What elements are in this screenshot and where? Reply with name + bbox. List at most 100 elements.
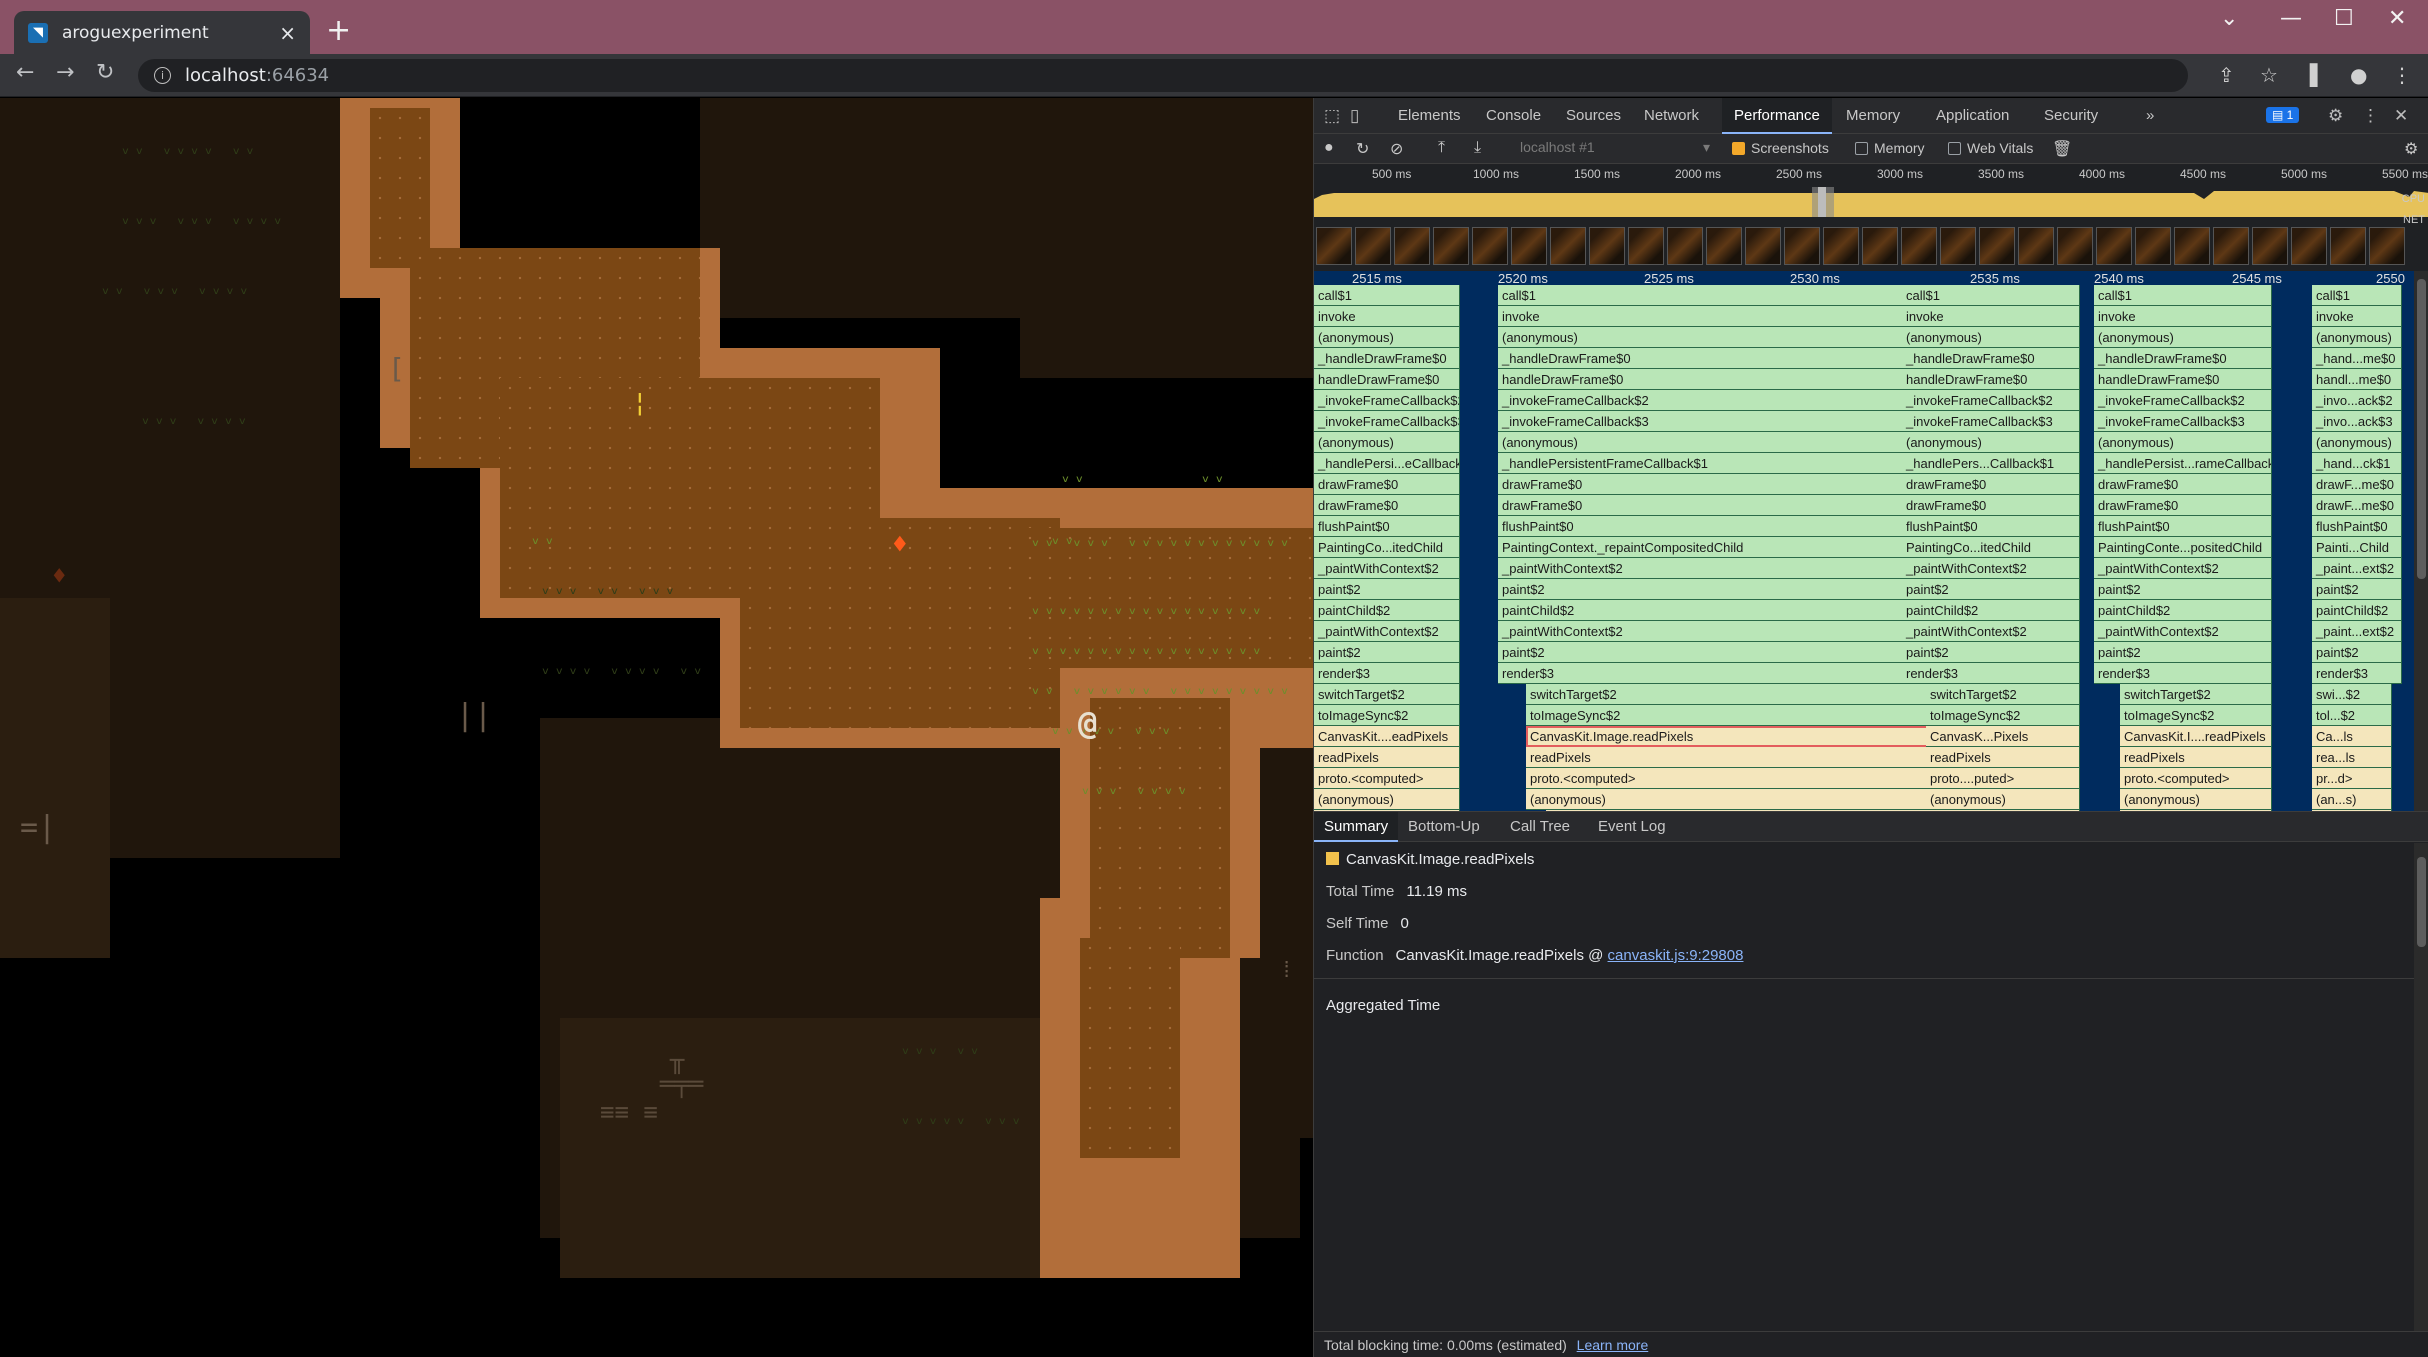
- flame-entry[interactable]: invoke: [1902, 306, 2080, 327]
- screenshot-thumbnail[interactable]: [1823, 227, 1859, 265]
- screenshot-thumbnail[interactable]: [1940, 227, 1976, 265]
- screenshot-thumbnail[interactable]: [2252, 227, 2288, 265]
- flame-entry[interactable]: (anonymous): [1314, 789, 1460, 810]
- flame-entry[interactable]: _paintWithContext$2: [2094, 558, 2272, 579]
- flame-entry[interactable]: PaintingCo...itedChild: [1902, 537, 2080, 558]
- flame-entry[interactable]: paint$2: [1314, 642, 1460, 663]
- flame-entry[interactable]: paintChild$2: [1498, 600, 1928, 621]
- tab-application[interactable]: Application: [1924, 98, 2021, 134]
- screenshot-thumbnail[interactable]: [2330, 227, 2366, 265]
- flame-entry[interactable]: PaintingCo...itedChild: [1314, 537, 1460, 558]
- screenshot-thumbnail[interactable]: [1667, 227, 1703, 265]
- flame-entry[interactable]: _hand...me$0: [2312, 348, 2402, 369]
- flame-entry[interactable]: CanvasKit.Image.readPixels: [1526, 726, 1928, 747]
- flame-entry[interactable]: PaintingContext._repaintCompositedChild: [1498, 537, 1928, 558]
- more-tabs-icon[interactable]: »: [2136, 98, 2164, 134]
- flame-entry[interactable]: (anonymous): [2094, 432, 2272, 453]
- flame-entry[interactable]: call$1: [1498, 285, 1928, 306]
- tab-performance[interactable]: Performance: [1722, 98, 1832, 134]
- flame-entry[interactable]: flushPaint$0: [1902, 516, 2080, 537]
- flame-entry[interactable]: (anonymous): [2120, 789, 2272, 810]
- flame-entry[interactable]: paint$2: [1902, 579, 2080, 600]
- flame-entry[interactable]: CanvasKit.I....readPixels: [2120, 726, 2272, 747]
- flame-entry[interactable]: handleDrawFrame$0: [1902, 369, 2080, 390]
- flame-entry[interactable]: paint$2: [1902, 642, 2080, 663]
- flame-entry[interactable]: paint$2: [1498, 642, 1928, 663]
- screenshot-thumbnail[interactable]: [1394, 227, 1430, 265]
- flame-entry[interactable]: toImageSync$2: [1526, 705, 1928, 726]
- flame-entry[interactable]: pr...d>: [2312, 768, 2392, 789]
- flame-entry[interactable]: paintChild$2: [2312, 600, 2402, 621]
- flame-entry[interactable]: paint$2: [2094, 642, 2272, 663]
- flame-entry[interactable]: call$1: [2094, 285, 2272, 306]
- learn-more-link[interactable]: Learn more: [1577, 1337, 1649, 1353]
- tab-elements[interactable]: Elements: [1386, 98, 1473, 134]
- function-source-link[interactable]: canvaskit.js:9:29808: [1608, 947, 1744, 964]
- profile-avatar-icon[interactable]: ●: [2350, 63, 2367, 87]
- flame-entry[interactable]: readPixels: [2120, 747, 2272, 768]
- tab-memory[interactable]: Memory: [1834, 98, 1912, 134]
- screenshot-thumbnail[interactable]: [1316, 227, 1352, 265]
- address-bar[interactable]: i localhost :64634: [138, 59, 2188, 92]
- tab-bottom-up[interactable]: Bottom-Up: [1398, 812, 1490, 842]
- screenshot-thumbnail[interactable]: [1433, 227, 1469, 265]
- flame-entry[interactable]: _handleDrawFrame$0: [1902, 348, 2080, 369]
- screenshot-thumbnail[interactable]: [1472, 227, 1508, 265]
- flame-entry[interactable]: _paintWithContext$2: [1314, 621, 1460, 642]
- flame-entry[interactable]: switchTarget$2: [1926, 684, 2080, 705]
- flame-entry[interactable]: _paint...ext$2: [2312, 558, 2402, 579]
- flame-entry[interactable]: render$3: [2094, 663, 2272, 684]
- flame-entry[interactable]: render$3: [1498, 663, 1928, 684]
- capture-settings-icon[interactable]: ⚙: [2404, 139, 2418, 159]
- screenshot-thumbnail[interactable]: [2135, 227, 2171, 265]
- flame-entry[interactable]: _paintWithContext$2: [1902, 621, 2080, 642]
- menu-kebab-icon[interactable]: ⋮: [2392, 63, 2412, 87]
- flame-entry[interactable]: rea...ls: [2312, 747, 2392, 768]
- flame-entry[interactable]: readPixels: [1526, 747, 1928, 768]
- tab-call-tree[interactable]: Call Tree: [1500, 812, 1580, 842]
- flame-entry[interactable]: paint$2: [2312, 642, 2402, 663]
- session-select[interactable]: localhost #1 ▾: [1520, 139, 1714, 159]
- download-profile-icon[interactable]: ⤓: [1474, 139, 1481, 157]
- flame-entry[interactable]: _paintWithContext$2: [1498, 558, 1928, 579]
- minimize-icon[interactable]: —: [2280, 6, 2302, 31]
- flame-scrollbar[interactable]: [2414, 271, 2428, 811]
- flame-entry[interactable]: _invokeFrameCallback$3: [1498, 411, 1928, 432]
- share-icon[interactable]: ⇪: [2218, 63, 2235, 87]
- maximize-icon[interactable]: ☐: [2334, 6, 2354, 31]
- inspect-element-icon[interactable]: ⬚: [1324, 106, 1340, 126]
- screenshot-thumbnail[interactable]: [2213, 227, 2249, 265]
- flame-entry[interactable]: paintChild$2: [2094, 600, 2272, 621]
- flame-entry[interactable]: _invokeFrameCallback$3: [1902, 411, 2080, 432]
- flame-entry[interactable]: handl...me$0: [2312, 369, 2402, 390]
- flame-entry[interactable]: _paintWithContext$2: [1498, 621, 1928, 642]
- flame-entry[interactable]: render$3: [1902, 663, 2080, 684]
- screenshot-thumbnail[interactable]: [2291, 227, 2327, 265]
- flame-entry[interactable]: drawF...me$0: [2312, 474, 2402, 495]
- flame-entry[interactable]: proto....puted>: [1926, 768, 2080, 789]
- flame-entry[interactable]: handleDrawFrame$0: [2094, 369, 2272, 390]
- flame-entry[interactable]: _handleDrawFrame$0: [2094, 348, 2272, 369]
- flame-entry[interactable]: toImageSync$2: [1314, 705, 1460, 726]
- flame-entry[interactable]: _hand...ck$1: [2312, 453, 2402, 474]
- flame-entry[interactable]: paint$2: [1314, 579, 1460, 600]
- flame-entry[interactable]: _invokeFrameCallback$2: [2094, 390, 2272, 411]
- web-vitals-checkbox[interactable]: [1948, 142, 1961, 155]
- screenshot-thumbnail[interactable]: [1511, 227, 1547, 265]
- flame-entry[interactable]: (anonymous): [1902, 432, 2080, 453]
- flame-entry[interactable]: swi...$2: [2312, 684, 2392, 705]
- flame-entry[interactable]: toImageSync$2: [2120, 705, 2272, 726]
- flame-entry[interactable]: tol...$2: [2312, 705, 2392, 726]
- flame-entry[interactable]: _handlePers...Callback$1: [1902, 453, 2080, 474]
- tab-sources[interactable]: Sources: [1554, 98, 1633, 134]
- flame-entry[interactable]: drawFrame$0: [1314, 495, 1460, 516]
- settings-gear-icon[interactable]: ⚙: [2328, 106, 2343, 126]
- flame-entry[interactable]: proto.<computed>: [1526, 768, 1928, 789]
- issues-badge[interactable]: ▤ 1: [2266, 107, 2300, 123]
- flame-entry[interactable]: (anonymous): [1498, 327, 1928, 348]
- flame-entry[interactable]: drawF...me$0: [2312, 495, 2402, 516]
- flame-entry[interactable]: drawFrame$0: [2094, 474, 2272, 495]
- flame-entry[interactable]: drawFrame$0: [2094, 495, 2272, 516]
- flame-entry[interactable]: render$3: [1314, 663, 1460, 684]
- screenshot-thumbnail[interactable]: [1979, 227, 2015, 265]
